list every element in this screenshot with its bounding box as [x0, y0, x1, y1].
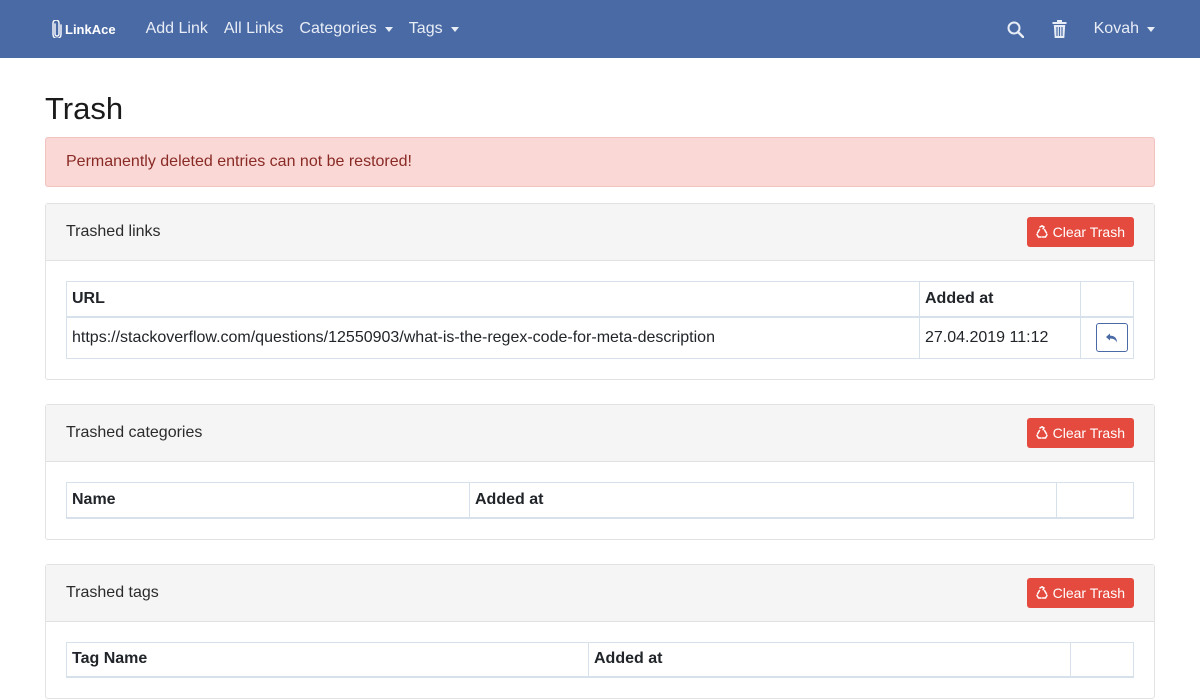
card-body: URL Added at https://stackoverflow.com/q… — [46, 261, 1154, 379]
chevron-down-icon — [384, 26, 393, 32]
card-header: Trashed tags Clear Trash — [46, 564, 1154, 622]
undo-icon — [1106, 333, 1117, 343]
trashed-links-table: URL Added at https://stackoverflow.com/q… — [66, 281, 1134, 359]
column-header-added-at: Added at — [588, 641, 1071, 678]
trashed-tags-card: Trashed tags Clear Trash Tag Name Added … — [45, 563, 1155, 699]
card-body: Name Added at — [46, 462, 1154, 539]
warning-alert: Permanently deleted entries can not be r… — [45, 137, 1155, 187]
table-row: https://stackoverflow.com/questions/1255… — [66, 316, 1134, 359]
column-header-name: Name — [66, 482, 470, 519]
nav-tags-label: Tags — [408, 20, 443, 37]
card-title: Trashed tags — [66, 583, 159, 601]
clear-trash-label: Clear Trash — [1052, 224, 1125, 240]
link-added-at-cell: 27.04.2019 11:12 — [919, 316, 1081, 359]
nav-add-link[interactable]: Add Link — [146, 20, 208, 38]
main-container: Trash Permanently deleted entries can no… — [0, 91, 1200, 699]
brand-logo[interactable]: LinkAce — [52, 20, 116, 38]
clear-trash-tags-button[interactable]: Clear Trash — [1026, 577, 1134, 608]
trashed-tags-table: Tag Name Added at — [66, 641, 1134, 678]
alert-text: Permanently deleted entries can not be r… — [66, 153, 412, 170]
brand-name: LinkAce — [65, 21, 116, 37]
card-title: Trashed categories — [66, 424, 203, 441]
trashed-categories-card: Trashed categories Clear Trash Name Adde… — [45, 404, 1155, 540]
user-name: Kovah — [1093, 20, 1139, 37]
search-icon[interactable] — [1006, 19, 1026, 39]
card-header: Trashed links Clear Trash — [46, 204, 1154, 261]
table-header-row: URL Added at — [66, 281, 1134, 318]
column-header-actions — [1070, 641, 1134, 678]
recycle-icon — [1035, 426, 1048, 439]
column-header-actions — [1080, 281, 1134, 318]
recycle-icon — [1035, 225, 1048, 238]
clear-trash-categories-button[interactable]: Clear Trash — [1026, 418, 1134, 448]
card-body: Tag Name Added at — [46, 622, 1154, 699]
page-title: Trash — [45, 91, 124, 126]
clear-trash-label: Clear Trash — [1052, 584, 1125, 601]
nav-all-links[interactable]: All Links — [224, 20, 284, 38]
trashed-links-card: Trashed links Clear Trash URL Added at h… — [45, 203, 1155, 380]
card-header: Trashed categories Clear Trash — [46, 405, 1154, 462]
table-header-row: Name Added at — [66, 482, 1134, 519]
trash-icon[interactable] — [1050, 19, 1070, 39]
column-header-added-at: Added at — [919, 281, 1081, 318]
nav-right: Kovah — [1006, 19, 1155, 39]
trashed-categories-table: Name Added at — [66, 482, 1134, 519]
column-header-tag-name: Tag Name — [66, 641, 589, 678]
navbar: LinkAce Add Link All Links Categories Ta… — [0, 0, 1200, 58]
nav-categories-label: Categories — [299, 20, 377, 37]
link-url-cell: https://stackoverflow.com/questions/1255… — [66, 316, 920, 359]
clear-trash-label: Clear Trash — [1052, 425, 1125, 441]
nav-categories-dropdown[interactable]: Categories — [299, 20, 393, 38]
actions-cell — [1080, 316, 1134, 359]
clear-trash-links-button[interactable]: Clear Trash — [1026, 217, 1134, 247]
nav-tags-dropdown[interactable]: Tags — [409, 20, 459, 38]
column-header-url: URL — [66, 281, 920, 318]
restore-button[interactable] — [1096, 323, 1128, 353]
recycle-icon — [1035, 585, 1048, 599]
column-header-actions — [1056, 482, 1134, 519]
table-header-row: Tag Name Added at — [66, 641, 1134, 678]
chevron-down-icon — [450, 26, 459, 32]
chevron-down-icon — [1147, 26, 1155, 32]
card-title: Trashed links — [66, 223, 161, 240]
column-header-added-at: Added at — [469, 482, 1057, 519]
paperclip-icon — [52, 20, 62, 38]
user-menu-dropdown[interactable]: Kovah — [1094, 20, 1155, 38]
